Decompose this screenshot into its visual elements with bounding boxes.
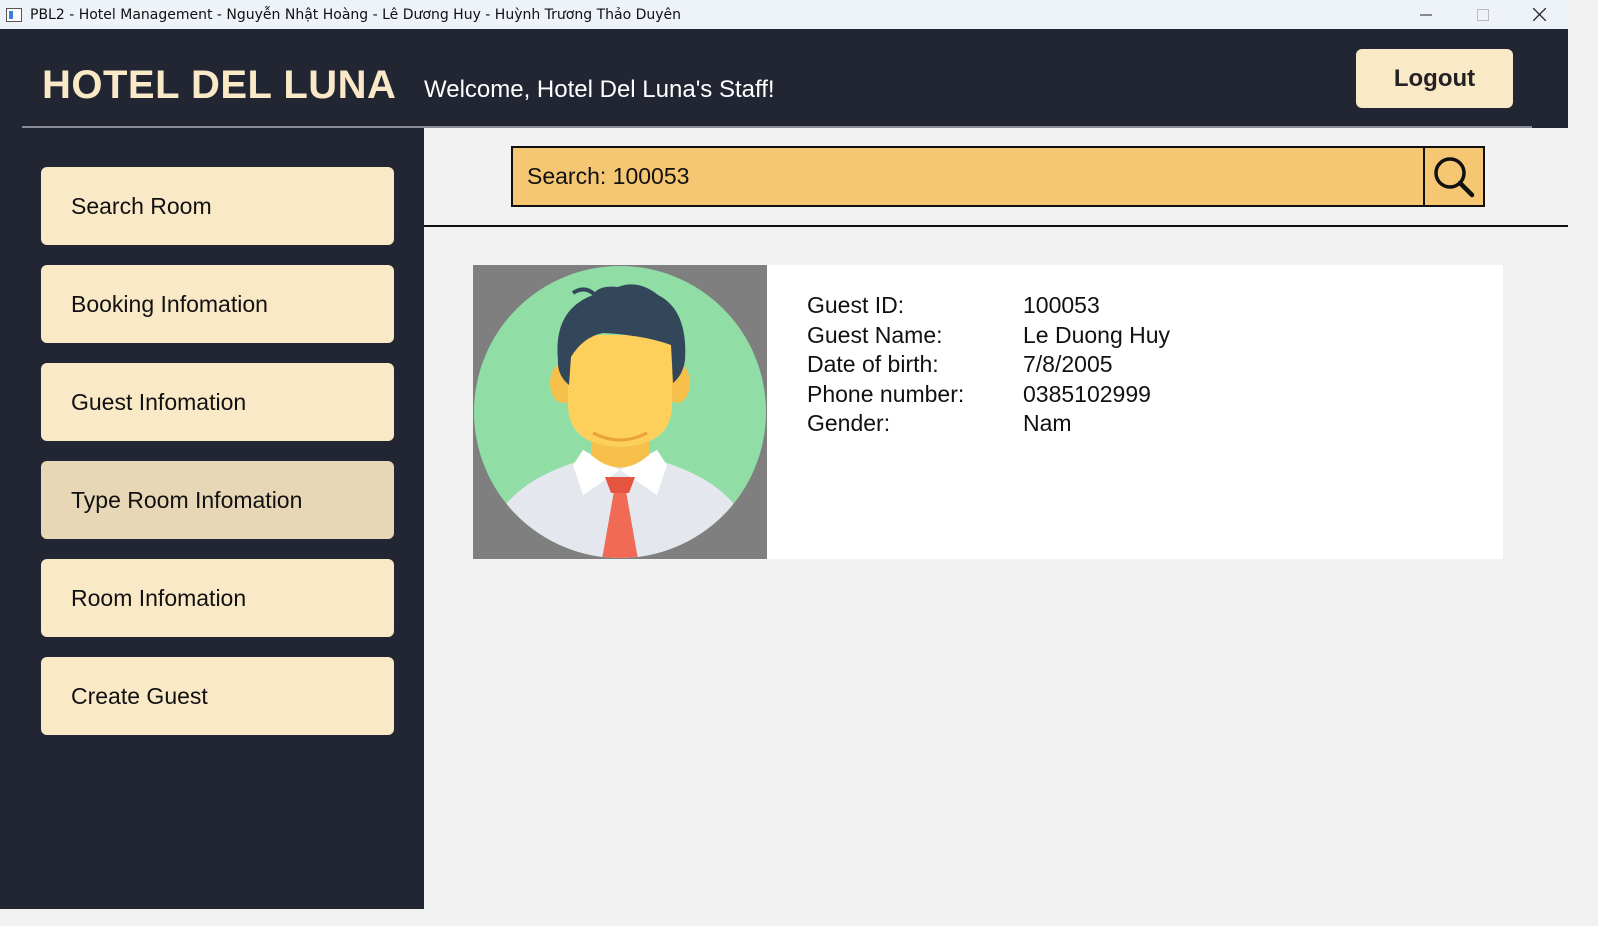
guest-id-value: 100053 [1023,292,1100,319]
guest-card: Guest ID: 100053 Guest Name: Le Duong Hu… [473,265,1503,559]
search-input[interactable]: Search: 100053 [513,148,1423,205]
minimize-icon[interactable] [1397,0,1454,29]
logout-button[interactable]: Logout [1356,49,1513,108]
app-header: HOTEL DEL LUNA Welcome, Hotel Del Luna's… [0,29,1568,128]
sidebar-item-search-room[interactable]: Search Room [41,167,394,245]
app-icon [6,7,22,22]
phone-number-value: 0385102999 [1023,380,1151,407]
guest-id-label: Guest ID: [807,292,905,319]
search-button[interactable] [1423,148,1483,205]
info-row-phone-number: Phone number: 0385102999 [807,380,1170,410]
date-of-birth-value: 7/8/2005 [1023,351,1113,378]
brand-title: HOTEL DEL LUNA [42,63,397,107]
window-controls [1397,0,1568,29]
avatar [473,265,767,559]
guest-name-label: Guest Name: [807,321,943,348]
info-row-gender: Gender: Nam [807,409,1170,439]
app-window: PBL2 - Hotel Management - Nguyễn Nhật Ho… [0,0,1568,909]
info-row-guest-name: Guest Name: Le Duong Huy [807,321,1170,351]
gender-label: Gender: [807,410,891,437]
title-bar: PBL2 - Hotel Management - Nguyễn Nhật Ho… [0,0,1568,29]
sidebar-item-booking-infomation[interactable]: Booking Infomation [41,265,394,343]
gender-value: Nam [1023,410,1072,437]
sidebar-item-type-room-infomation[interactable]: Type Room Infomation [41,461,394,539]
maximize-icon[interactable] [1454,0,1511,29]
date-of-birth-label: Date of birth: [807,351,939,378]
guest-info: Guest ID: 100053 Guest Name: Le Duong Hu… [807,291,1170,439]
main-content: Search: 100053 Guest ID: 100053 Guest Na… [424,128,1568,909]
search-icon [1434,156,1475,197]
info-row-date-of-birth: Date of birth: 7/8/2005 [807,350,1170,380]
sidebar-item-room-infomation[interactable]: Room Infomation [41,559,394,637]
close-icon[interactable] [1511,0,1568,29]
sidebar-item-create-guest[interactable]: Create Guest [41,657,394,735]
search-bar: Search: 100053 [511,146,1485,207]
info-row-guest-id: Guest ID: 100053 [807,291,1170,321]
guest-name-value: Le Duong Huy [1023,321,1171,348]
sidebar-item-guest-infomation[interactable]: Guest Infomation [41,363,394,441]
sidebar: Search Room Booking Infomation Guest Inf… [0,128,424,909]
user-avatar-icon [474,266,766,558]
phone-number-label: Phone number: [807,380,965,407]
content-divider [424,225,1568,227]
window-title: PBL2 - Hotel Management - Nguyễn Nhật Ho… [30,6,682,23]
welcome-message: Welcome, Hotel Del Luna's Staff! [424,76,775,103]
